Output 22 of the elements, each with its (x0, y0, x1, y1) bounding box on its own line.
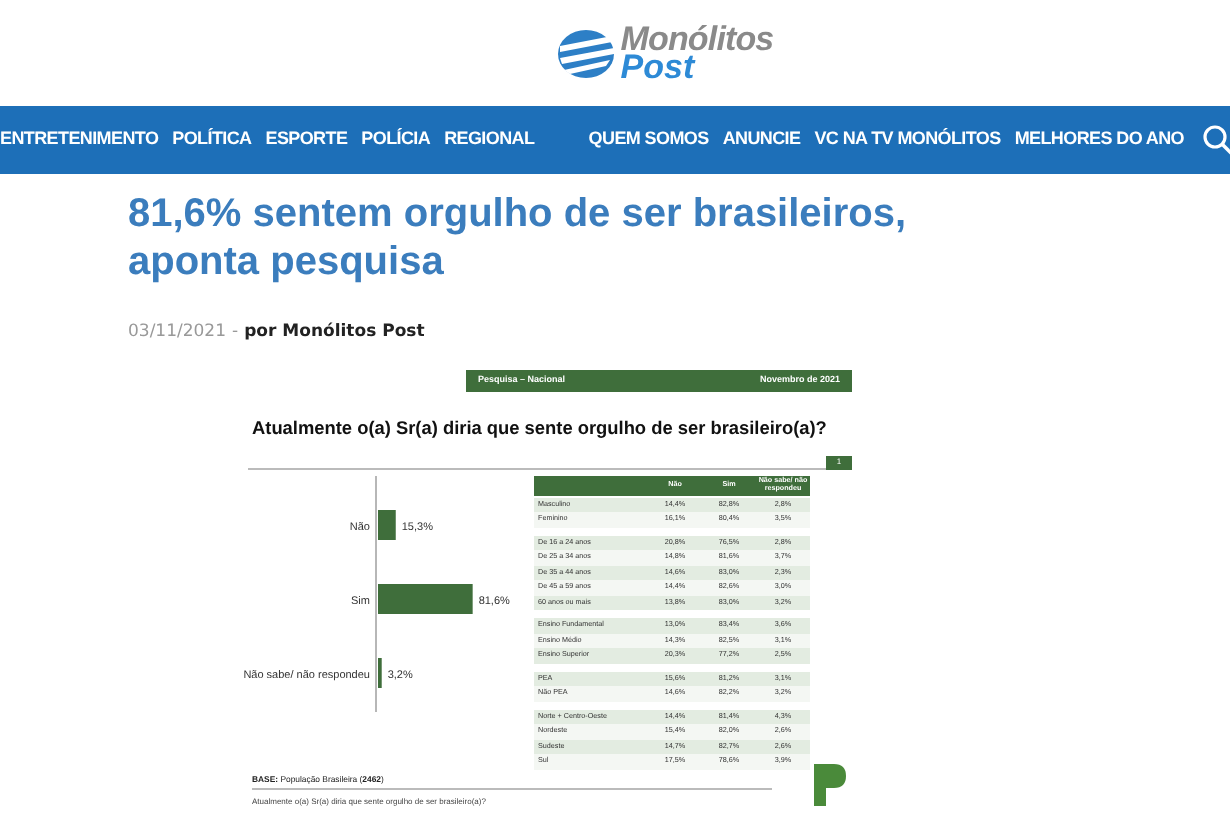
separator-text: - (232, 320, 239, 346)
globe-icon (556, 27, 617, 79)
chart-bar (378, 509, 396, 540)
nav-link[interactable]: POLÍTICA (172, 126, 252, 154)
nav-link[interactable]: ENTRETENIMENTO (0, 126, 159, 154)
nav-link[interactable]: MELHORES DO ANO (1014, 126, 1184, 154)
article-date: 03/11/2021 (128, 320, 226, 346)
nav-link[interactable]: ANUNCIE (722, 126, 801, 154)
nav-link[interactable]: POLÍCIA (361, 126, 431, 154)
logo-text: Post (620, 53, 696, 81)
chart-bar (378, 583, 473, 614)
nav-link[interactable]: REGIONAL (444, 126, 535, 154)
nav-link[interactable]: VC NA TV MONÓLITOS (814, 126, 1001, 154)
site-logo[interactable]: Monólitos Post (556, 25, 774, 81)
article-author: por Monólitos Post (244, 320, 425, 346)
article-title: 81,6% sentem orgulho de ser brasileiros, aponta pesquisa (128, 190, 909, 286)
survey-question: Atualmente o(a) Sr(a) diria que sente orgulho de ser brasileiro(a)? (252, 415, 829, 442)
nav-link[interactable]: ESPORTE (265, 126, 348, 154)
logo-text: Monólitos (620, 25, 774, 53)
search-icon[interactable] (1202, 124, 1230, 156)
nav-link[interactable]: QUEM SOMOS (588, 126, 709, 154)
brand-icon (812, 761, 848, 806)
